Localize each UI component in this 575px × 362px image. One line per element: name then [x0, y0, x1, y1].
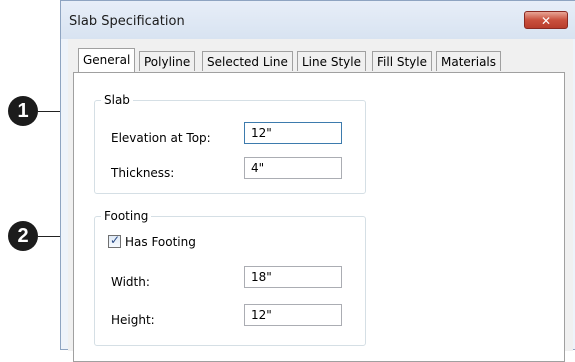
checkmark-icon: ✓ [110, 233, 121, 247]
tab-materials[interactable]: Materials [436, 51, 502, 71]
thickness-input[interactable] [244, 157, 342, 179]
close-button[interactable]: ✕ [524, 11, 568, 29]
tab-selected-line[interactable]: Selected Line [202, 51, 293, 71]
tab-polyline[interactable]: Polyline [139, 51, 196, 71]
dialog-client-area: General Polyline Selected Line Line Styl… [68, 39, 573, 362]
width-input[interactable] [244, 266, 342, 288]
slab-specification-dialog: Slab Specification ✕ General Polyline Se… [60, 0, 575, 362]
close-icon: ✕ [540, 14, 552, 28]
slab-groupbox: Slab Elevation at Top: Thickness: [94, 93, 366, 194]
elevation-at-top-label: Elevation at Top: [111, 131, 211, 145]
callout-marker-1: 1 [8, 96, 38, 126]
has-footing-label[interactable]: Has Footing [125, 235, 196, 249]
thickness-label: Thickness: [111, 166, 175, 180]
height-label: Height: [111, 313, 155, 327]
width-label: Width: [111, 275, 150, 289]
window-title: Slab Specification [69, 14, 185, 29]
footing-group-title: Footing [101, 209, 152, 223]
tab-fill-style[interactable]: Fill Style [372, 51, 432, 71]
tab-line-style[interactable]: Line Style [297, 51, 366, 71]
general-tab-panel: Slab Elevation at Top: Thickness: Footin… [73, 72, 565, 362]
slab-group-title: Slab [101, 93, 133, 107]
elevation-at-top-input[interactable] [244, 122, 342, 144]
title-bar[interactable]: Slab Specification ✕ [61, 1, 575, 39]
tab-general[interactable]: General [78, 48, 136, 72]
has-footing-checkbox[interactable]: ✓ [108, 233, 121, 248]
callout-marker-2: 2 [8, 221, 38, 251]
height-input[interactable] [244, 304, 342, 326]
footing-groupbox: Footing ✓ Has Footing Width: Height: [94, 209, 366, 346]
